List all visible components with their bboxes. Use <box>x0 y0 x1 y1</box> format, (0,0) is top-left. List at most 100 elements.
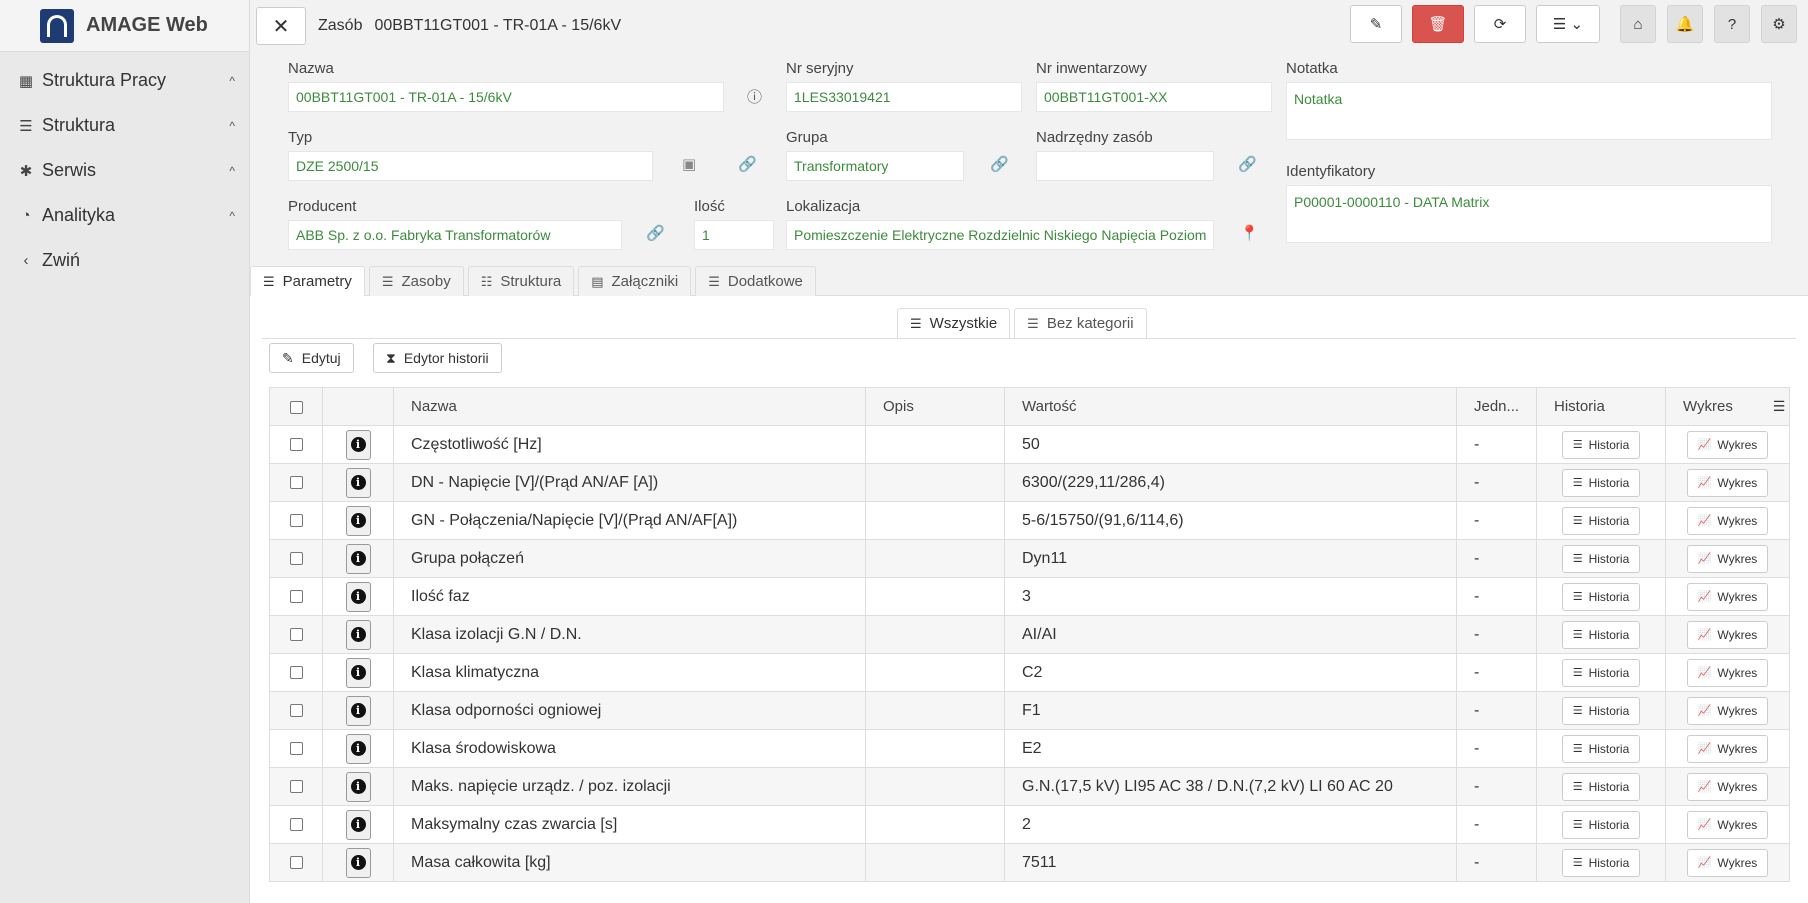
row-wykres-button[interactable]: 📈 Wykres <box>1686 468 1769 497</box>
row-checkbox[interactable] <box>289 551 303 565</box>
row-historia-button[interactable]: ☰ Historia <box>1561 544 1641 573</box>
row-historia-button[interactable]: ☰ Historia <box>1561 506 1641 535</box>
row-historia-button[interactable]: ☰ Historia <box>1561 696 1641 725</box>
row-info-button[interactable]: i <box>345 847 371 878</box>
nazwa-input[interactable]: 00BBT11GT001 - TR-01A - 15/6kV <box>288 82 724 112</box>
link-icon[interactable]: 🔗 <box>738 155 757 173</box>
row-wykres-button[interactable]: 📈 Wykres <box>1686 772 1769 801</box>
sidebar-item-analityka[interactable]: ◔ Analityka ^ <box>0 193 249 238</box>
tab-parametry[interactable]: ☰ Parametry <box>250 266 365 296</box>
cell-nazwa: Ilość faz <box>393 577 866 616</box>
row-wykres-button[interactable]: 📈 Wykres <box>1686 582 1769 611</box>
column-header-jednostka[interactable]: Jedn... <box>1456 387 1537 426</box>
tab-bez-kategorii[interactable]: ☰ Bez kategorii <box>1014 308 1147 338</box>
row-wykres-button[interactable]: 📈 Wykres <box>1686 810 1769 839</box>
producent-input[interactable]: ABB Sp. z o.o. Fabryka Transformatorów <box>288 220 622 250</box>
identyfikatory-textarea[interactable]: P00001-0000110 - DATA Matrix <box>1286 185 1772 243</box>
row-info-button[interactable]: i <box>345 581 371 612</box>
column-menu-icon[interactable]: ☰ <box>1769 389 1789 425</box>
image-icon[interactable]: ▣ <box>682 155 696 173</box>
column-header-nazwa[interactable]: Nazwa <box>393 387 866 426</box>
row-info-button[interactable]: i <box>345 543 371 574</box>
notifications-button[interactable]: 🔔 <box>1667 5 1703 43</box>
close-button[interactable]: ✕ <box>256 7 306 45</box>
notatka-textarea[interactable]: Notatka <box>1286 82 1772 140</box>
nr-seryjny-input[interactable]: 1LES33019421 <box>786 82 1022 112</box>
row-checkbox[interactable] <box>289 589 303 603</box>
nadrzedny-zasob-input[interactable] <box>1036 151 1214 181</box>
row-wykres-button[interactable]: 📈 Wykres <box>1686 696 1769 725</box>
row-info-button[interactable]: i <box>345 771 371 802</box>
row-checkbox[interactable] <box>289 741 303 755</box>
row-checkbox[interactable] <box>289 475 303 489</box>
row-checkbox[interactable] <box>289 665 303 679</box>
row-checkbox[interactable] <box>289 855 303 869</box>
column-header-historia[interactable]: Historia <box>1536 387 1666 426</box>
row-wykres-button[interactable]: 📈 Wykres <box>1686 506 1769 535</box>
edit-button[interactable]: ✎ <box>1350 5 1402 43</box>
row-checkbox[interactable] <box>289 437 303 451</box>
typ-input[interactable]: DZE 2500/15 <box>288 151 653 181</box>
row-historia-button[interactable]: ☰ Historia <box>1561 468 1641 497</box>
refresh-button[interactable]: ⟳ <box>1474 5 1526 43</box>
sidebar-item-struktura[interactable]: ☰ Struktura ^ <box>0 103 249 148</box>
grupa-input[interactable]: Transformatory <box>786 151 964 181</box>
row-checkbox[interactable] <box>289 817 303 831</box>
sidebar-item-serwis[interactable]: ✱ Serwis ^ <box>0 148 249 193</box>
tab-wszystkie[interactable]: ☰ Wszystkie <box>897 308 1011 338</box>
row-info-button[interactable]: i <box>345 657 371 688</box>
row-info-button[interactable]: i <box>345 429 371 460</box>
row-wykres-button[interactable]: 📈 Wykres <box>1686 734 1769 763</box>
row-wykres-button[interactable]: 📈 Wykres <box>1686 430 1769 459</box>
row-wykres-button[interactable]: 📈 Wykres <box>1686 658 1769 687</box>
row-historia-button[interactable]: ☰ Historia <box>1561 734 1641 763</box>
delete-button[interactable]: 🗑 <box>1412 5 1464 43</box>
row-checkbox[interactable] <box>289 513 303 527</box>
edytor-historii-button[interactable]: ⧗ Edytor historii <box>373 343 502 373</box>
row-info-button[interactable]: i <box>345 505 371 536</box>
row-historia-button[interactable]: ☰ Historia <box>1561 582 1641 611</box>
help-button[interactable]: ? <box>1714 5 1750 43</box>
tab-dodatkowe[interactable]: ☰ Dodatkowe <box>695 266 816 296</box>
sidebar-item-struktura-pracy[interactable]: ▦ Struktura Pracy ^ <box>0 58 249 103</box>
row-wykres-button[interactable]: 📈 Wykres <box>1686 848 1769 877</box>
select-all-checkbox[interactable] <box>289 400 303 414</box>
row-checkbox[interactable] <box>289 627 303 641</box>
edytuj-button[interactable]: ✎ Edytuj <box>269 343 354 373</box>
tab-zalaczniki[interactable]: ▤ Załączniki <box>578 266 692 296</box>
brand[interactable]: AMAGE Web <box>0 0 249 52</box>
link-icon[interactable]: 🔗 <box>1238 155 1257 173</box>
row-historia-button[interactable]: ☰ Historia <box>1561 620 1641 649</box>
menu-dropdown-button[interactable]: ☰ ⌄ <box>1536 5 1600 43</box>
row-checkbox[interactable] <box>289 779 303 793</box>
tab-struktura[interactable]: ☷ Struktura <box>467 266 575 296</box>
lokalizacja-input[interactable]: Pomieszczenie Elektryczne Rozdzielnic Ni… <box>786 220 1214 250</box>
row-info-button[interactable]: i <box>345 467 371 498</box>
row-historia-button[interactable]: ☰ Historia <box>1561 658 1641 687</box>
column-header-wykres[interactable]: Wykres ☰ <box>1665 387 1790 426</box>
row-historia-button[interactable]: ☰ Historia <box>1561 430 1641 459</box>
row-info-button[interactable]: i <box>345 619 371 650</box>
home-button[interactable]: ⌂ <box>1620 5 1656 43</box>
nr-inwentarzowy-input[interactable]: 00BBT11GT001-XX <box>1036 82 1272 112</box>
row-checkbox[interactable] <box>289 703 303 717</box>
row-info-button[interactable]: i <box>345 733 371 764</box>
settings-button[interactable]: ⚙ <box>1761 5 1797 43</box>
row-wykres-button[interactable]: 📈 Wykres <box>1686 620 1769 649</box>
info-icon[interactable]: ⓘ <box>747 86 762 107</box>
row-info-button[interactable]: i <box>345 695 371 726</box>
help-icon: ? <box>1727 15 1737 33</box>
row-wykres-button[interactable]: 📈 Wykres <box>1686 544 1769 573</box>
row-historia-button[interactable]: ☰ Historia <box>1561 772 1641 801</box>
tab-zasoby[interactable]: ☰ Zasoby <box>368 266 464 296</box>
link-icon[interactable]: 🔗 <box>646 224 665 242</box>
column-header-wartosc[interactable]: Wartość <box>1004 387 1457 426</box>
ilosc-input[interactable]: 1 <box>694 220 774 250</box>
row-info-button[interactable]: i <box>345 809 371 840</box>
row-historia-button[interactable]: ☰ Historia <box>1561 810 1641 839</box>
row-historia-button[interactable]: ☰ Historia <box>1561 848 1641 877</box>
sidebar-item-collapse[interactable]: ‹ Zwiń <box>0 238 249 283</box>
map-pin-icon[interactable]: 📍 <box>1240 224 1259 242</box>
column-header-opis[interactable]: Opis <box>865 387 1005 426</box>
link-icon[interactable]: 🔗 <box>990 155 1009 173</box>
